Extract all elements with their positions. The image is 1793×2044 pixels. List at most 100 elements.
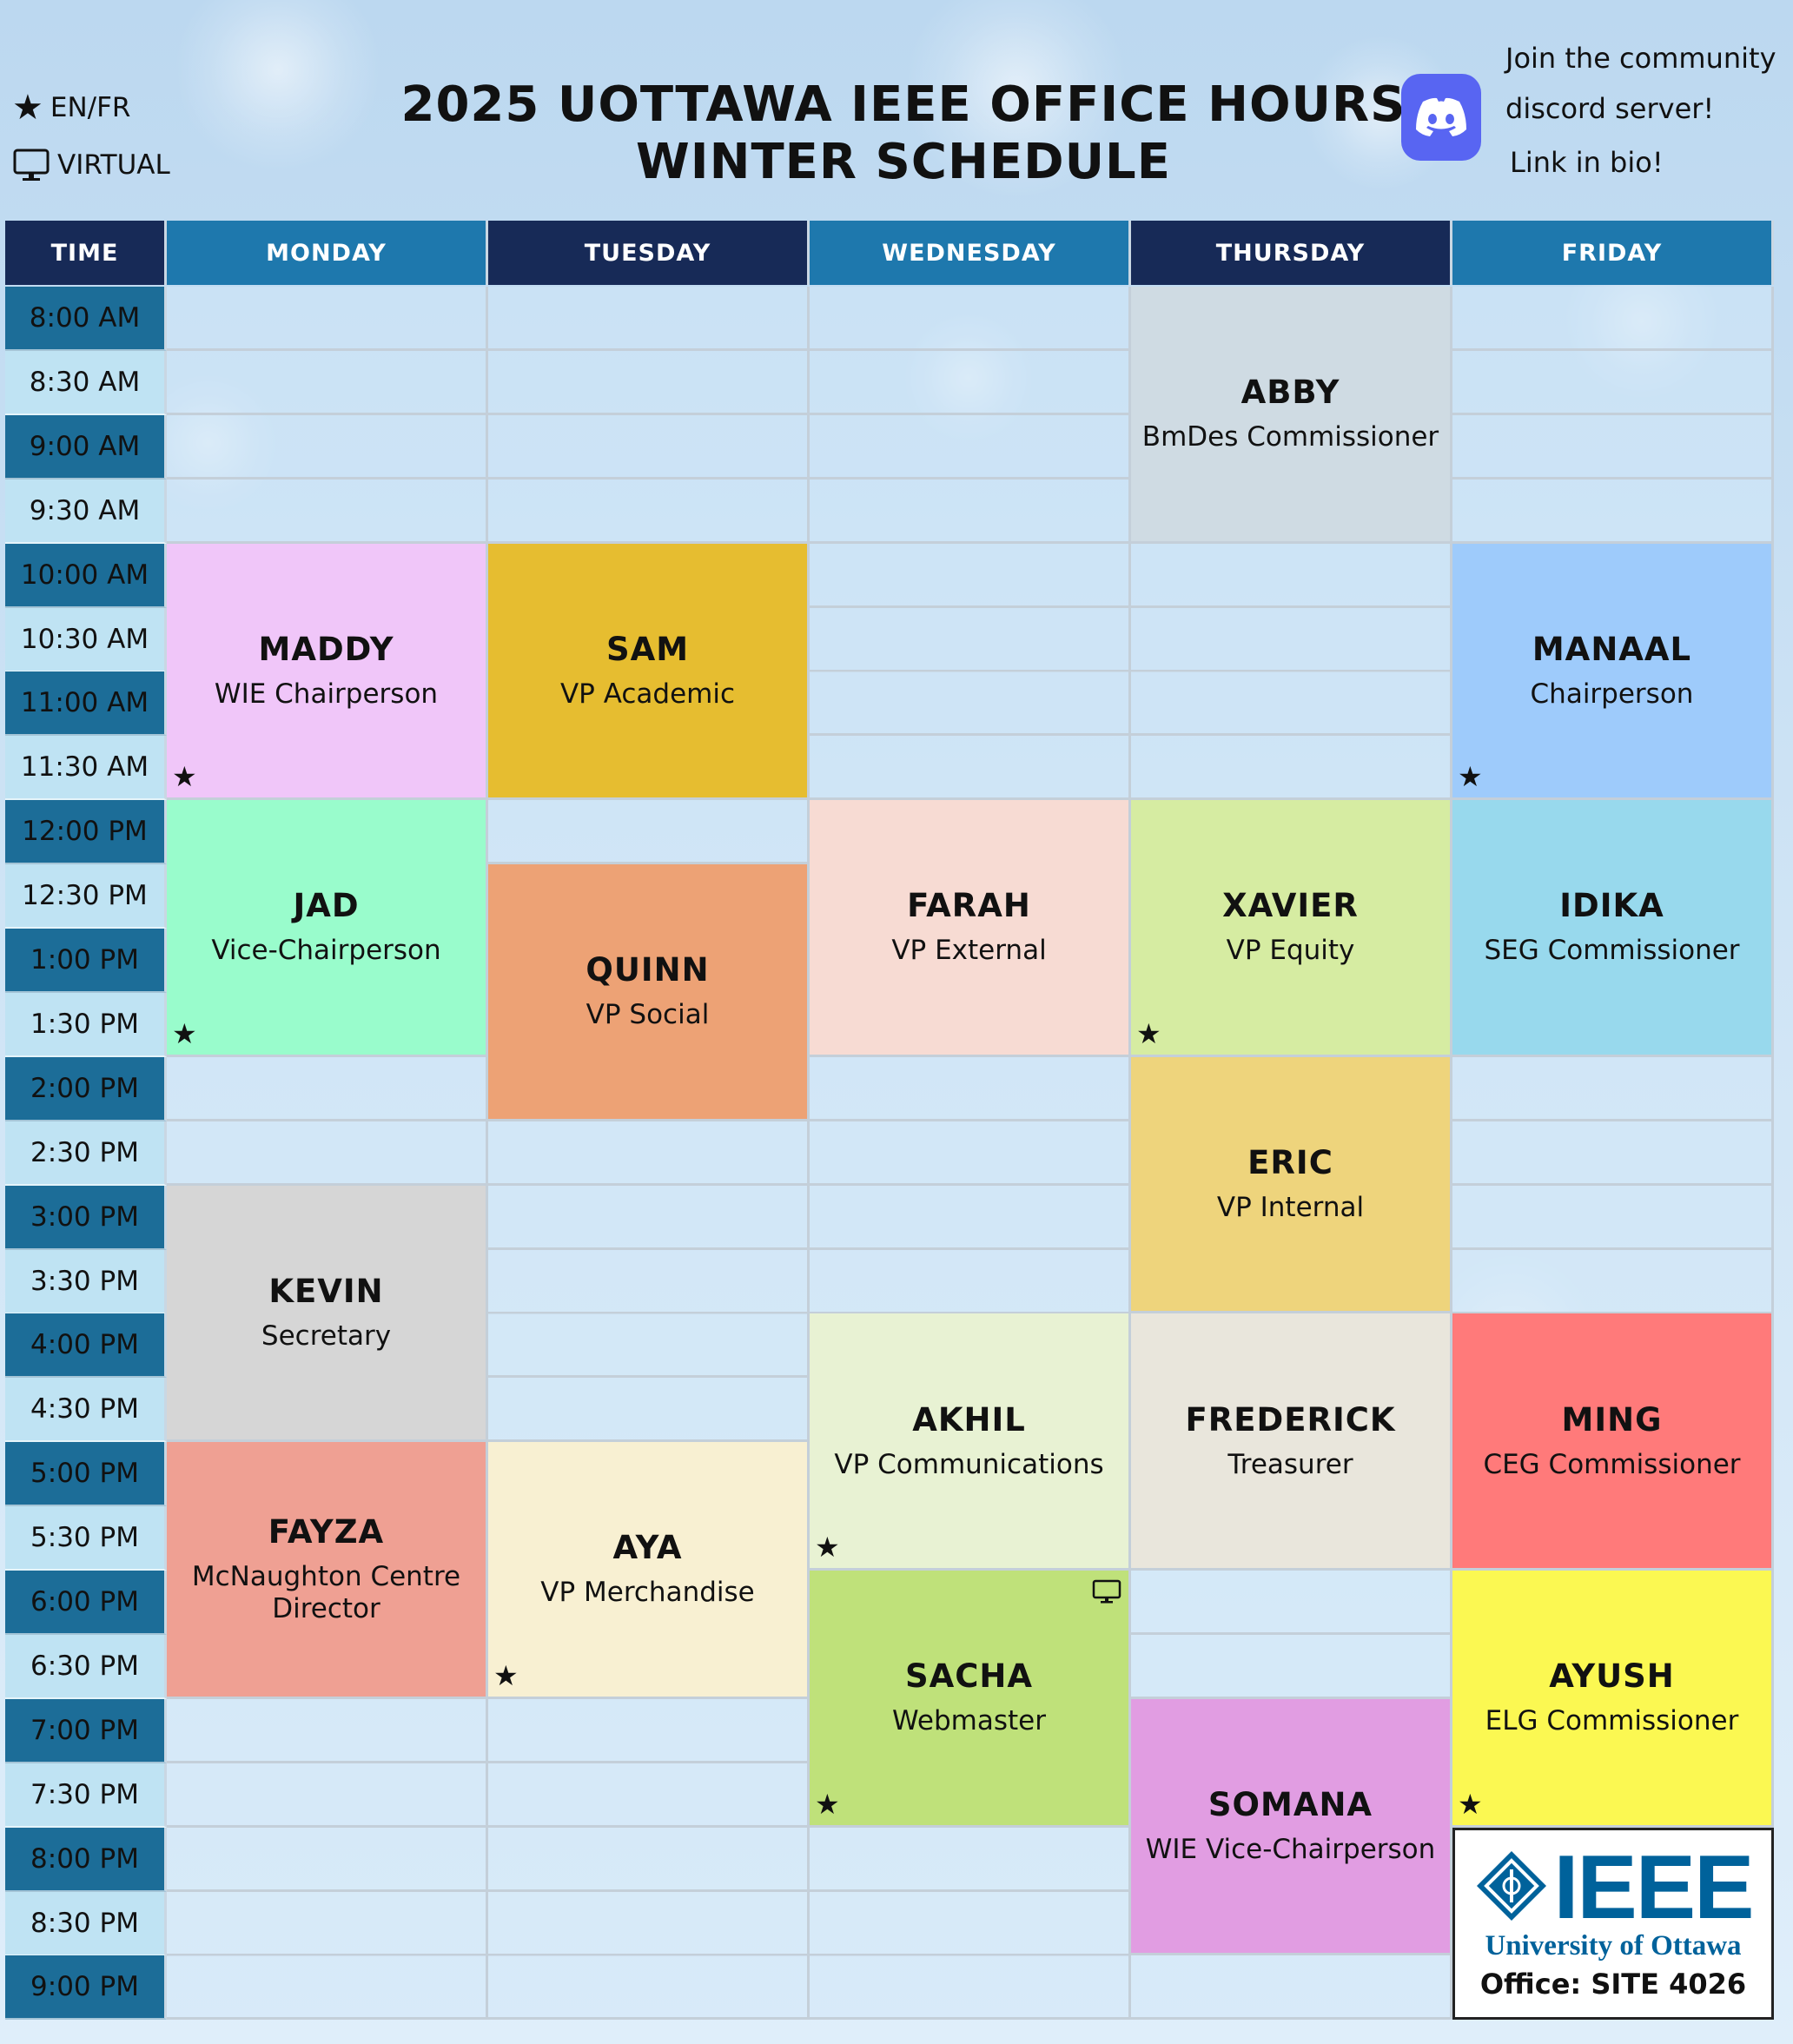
column-header-tuesday: TUESDAY xyxy=(488,221,810,285)
time-slot-label: 8:30 AM xyxy=(5,350,167,415)
empty-slot xyxy=(488,414,810,480)
column-header-thursday: THURSDAY xyxy=(1131,221,1452,285)
office-hours-block[interactable]: FARAH VP External xyxy=(810,800,1131,1057)
empty-slot xyxy=(488,287,810,351)
empty-slot xyxy=(1452,1121,1774,1186)
office-hours-block[interactable]: JAD Vice-Chairperson ★ xyxy=(167,800,488,1057)
office-hours-block[interactable]: FREDERICK Treasurer xyxy=(1131,1313,1452,1571)
empty-slot xyxy=(167,287,488,351)
office-hours-block[interactable]: ERIC VP Internal xyxy=(1131,1056,1452,1314)
office-hours-block[interactable]: SOMANA WIE Vice-Chairperson xyxy=(1131,1698,1452,1956)
time-slot-label: 9:00 AM xyxy=(5,414,167,480)
star-icon: ★ xyxy=(12,88,43,128)
column-header-monday: MONDAY xyxy=(167,221,488,285)
office-hours-block[interactable]: SAM VP Academic xyxy=(488,543,810,801)
office-hours-block[interactable]: AYA VP Merchandise ★ xyxy=(488,1442,810,1699)
office-hours-block[interactable]: AYUSH ELG Commissioner ★ xyxy=(1452,1571,1774,1828)
person-name: MANAAL xyxy=(1532,630,1692,668)
legend-bilingual-label: EN/FR xyxy=(50,92,131,123)
empty-slot xyxy=(810,1955,1131,2021)
office-hours-block[interactable]: IDIKA SEG Commissioner xyxy=(1452,800,1774,1057)
time-slot-label: 1:30 PM xyxy=(5,992,167,1057)
empty-slot xyxy=(810,479,1131,544)
empty-slot xyxy=(1131,671,1452,737)
empty-slot xyxy=(488,800,810,865)
empty-slot xyxy=(810,1891,1131,1956)
person-name: AYA xyxy=(612,1529,683,1567)
time-slot-label: 11:30 AM xyxy=(5,736,167,801)
person-role: VP Equity xyxy=(1226,935,1355,967)
empty-slot xyxy=(1452,414,1774,480)
page-title: 2025 UOTTAWA IEEE OFFICE HOURS WINTER SC… xyxy=(382,76,1425,191)
empty-slot xyxy=(1452,479,1774,544)
empty-slot xyxy=(167,350,488,415)
time-slot-label: 4:30 PM xyxy=(5,1378,167,1443)
office-hours-block[interactable]: XAVIER VP Equity ★ xyxy=(1131,800,1452,1057)
office-hours-block[interactable]: FAYZA McNaughton Centre Director xyxy=(167,1442,488,1699)
time-slot-label: 2:00 PM xyxy=(5,1056,167,1121)
time-slot-label: 4:00 PM xyxy=(5,1313,167,1379)
empty-slot xyxy=(810,287,1131,351)
star-icon: ★ xyxy=(493,1658,519,1692)
person-name: MING xyxy=(1561,1400,1663,1439)
person-name: FAYZA xyxy=(268,1512,385,1551)
person-role: ELG Commissioner xyxy=(1485,1705,1739,1737)
empty-slot xyxy=(810,1056,1131,1121)
office-hours-block[interactable]: MING CEG Commissioner xyxy=(1452,1313,1774,1571)
office-location: Office: SITE 4026 xyxy=(1479,1967,1747,2001)
legend-bilingual: ★ EN/FR xyxy=(12,90,130,125)
person-name: SOMANA xyxy=(1207,1786,1373,1824)
column-header-friday: FRIDAY xyxy=(1452,221,1774,285)
person-name: ERIC xyxy=(1247,1144,1333,1182)
ieee-office-box: IEEE University of Ottawa Office: SITE 402… xyxy=(1452,1827,1774,2021)
empty-slot xyxy=(1131,736,1452,801)
person-role: McNaughton Centre Director xyxy=(191,1560,461,1624)
time-slot-label: 7:30 PM xyxy=(5,1763,167,1828)
office-hours-block[interactable]: MANAAL Chairperson ★ xyxy=(1452,543,1774,801)
empty-slot xyxy=(810,671,1131,737)
empty-slot xyxy=(810,1827,1131,1892)
column-header-wednesday: WEDNESDAY xyxy=(810,221,1131,285)
time-slot-label: 8:30 PM xyxy=(5,1891,167,1956)
office-hours-block[interactable]: AKHIL VP Communications ★ xyxy=(810,1313,1131,1571)
empty-slot xyxy=(1131,543,1452,608)
empty-slot xyxy=(488,1891,810,1956)
empty-slot xyxy=(810,543,1131,608)
time-slot-label: 6:30 PM xyxy=(5,1634,167,1699)
ieee-logo: IEEE xyxy=(1474,1842,1755,1933)
discord-logo-icon[interactable] xyxy=(1401,74,1481,161)
empty-slot xyxy=(1452,350,1774,415)
office-hours-block[interactable]: QUINN VP Social xyxy=(488,864,810,1121)
person-role: Chairperson xyxy=(1530,678,1694,710)
empty-slot xyxy=(488,479,810,544)
discord-invite-line3: Link in bio! xyxy=(1510,146,1664,179)
time-slot-label: 9:00 PM xyxy=(5,1955,167,2021)
office-hours-block[interactable]: ABBY BmDes Commissioner xyxy=(1131,287,1452,544)
person-role: VP Internal xyxy=(1216,1192,1365,1224)
empty-slot xyxy=(1131,1571,1452,1635)
person-role: Secretary xyxy=(261,1320,392,1352)
person-name: ABBY xyxy=(1241,374,1340,412)
empty-slot xyxy=(488,1313,810,1379)
office-hours-block[interactable]: SACHA Webmaster ★ xyxy=(810,1571,1131,1828)
empty-slot xyxy=(488,350,810,415)
empty-slot xyxy=(488,1121,810,1186)
schedule-grid: TIME MONDAY TUESDAY WEDNESDAY THURSDAY FRIDAY… xyxy=(5,221,1783,2021)
office-hours-block[interactable]: MADDY WIE Chairperson ★ xyxy=(167,543,488,801)
empty-slot xyxy=(1452,1185,1774,1250)
empty-slot xyxy=(1452,1249,1774,1314)
person-role: VP External xyxy=(891,935,1047,967)
office-hours-block[interactable]: KEVIN Secretary xyxy=(167,1185,488,1443)
person-name: KEVIN xyxy=(268,1272,384,1310)
empty-slot xyxy=(488,1955,810,2021)
person-name: SACHA xyxy=(904,1657,1034,1696)
person-role: WIE Chairperson xyxy=(214,678,439,710)
empty-slot xyxy=(488,1763,810,1828)
empty-slot xyxy=(167,479,488,544)
university-name: University of Ottawa xyxy=(1485,1929,1742,1961)
monitor-icon xyxy=(1092,1579,1121,1609)
person-role: CEG Commissioner xyxy=(1483,1448,1741,1480)
time-slot-label: 7:00 PM xyxy=(5,1698,167,1763)
empty-slot xyxy=(488,1698,810,1763)
time-slot-label: 8:00 AM xyxy=(5,287,167,351)
